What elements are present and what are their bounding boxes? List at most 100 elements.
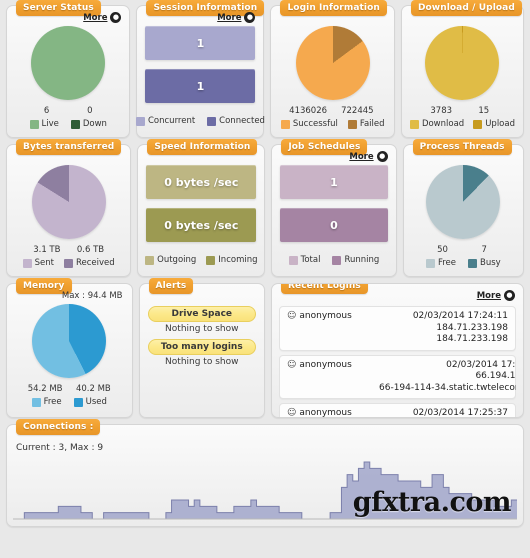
legend-swatch-download (409, 119, 419, 129)
panel-connections: Connections : Current : 3, Max : 9 gfxtr… (6, 419, 524, 527)
legend-item-outgoing: Outgoing (145, 255, 196, 265)
chart-connections: gfxtra.com (13, 458, 517, 520)
pie-download-upload (425, 26, 500, 100)
legend-label-live: Live (41, 119, 59, 129)
dashboard-row-3: Memory Max : 94.4 MB 54.2 MB 40.2 MB Fre… (6, 278, 524, 418)
alert-pill-drive-space[interactable]: Drive Space (147, 306, 256, 322)
value-free: 50 (437, 245, 448, 255)
legend-label-outgoing: Outgoing (157, 255, 197, 265)
legend-swatch-busy (468, 258, 477, 268)
legend-swatch-sent (22, 258, 32, 268)
pie-server-status (31, 26, 106, 100)
more-label: More (349, 151, 374, 162)
login-host: 66-194-114-34.static.twtelecom.net (379, 382, 516, 393)
legend-label-failed: Failed (359, 119, 385, 129)
memory-max-label: Max : 94.4 MB (61, 291, 123, 301)
legend-item-failed: Failed (347, 119, 385, 129)
login-time: 02/03/2014 17:25:37 (412, 408, 508, 417)
pie-values-memory: 54.2 MB 40.2 MB (15, 384, 124, 394)
legend-swatch-used-memory (73, 397, 83, 407)
legend-swatch-total (288, 255, 298, 265)
more-label: More (476, 290, 501, 301)
legend-swatch-successful (280, 119, 290, 129)
pie-login-information (295, 26, 370, 100)
legend-label-free: Free (437, 258, 456, 268)
legend-session-information: Concurrent Connected (135, 116, 265, 126)
legend-label-upload: Upload (485, 119, 515, 129)
legend-label-free-memory: Free (43, 397, 62, 407)
more-link-recent-logins[interactable]: More ● (477, 290, 515, 301)
legend-item-received: Received (63, 258, 115, 268)
alert-note-drive-space: Nothing to show (165, 324, 239, 334)
recent-logins-list: ☺ anonymous 02/03/2014 17:24:11 184.71.2… (279, 306, 516, 417)
chart-login-information: 4136026 722445 Successful Failed (279, 26, 385, 129)
login-meta: 02/03/2014 17:24:11 184.71.233.198 184.7… (379, 311, 508, 346)
legend-label-download: Download (421, 119, 465, 129)
value-sent: 3.1 TB (33, 245, 61, 255)
chart-process-threads: 50 7 Free Busy (412, 165, 515, 268)
pie-memory (32, 304, 107, 378)
bar-outgoing: 0 bytes /sec (146, 165, 257, 199)
panel-body-download-upload: 3783 15 Download Upload (402, 6, 523, 137)
bar-running: 0 (280, 208, 388, 242)
table-row[interactable]: ☺ anonymous 02/03/2014 17:25:31 66.194.1… (279, 354, 516, 400)
legend-download-upload: Download Upload (409, 119, 515, 129)
legend-item-running: Running (332, 255, 379, 265)
legend-label-busy: Busy (480, 258, 501, 268)
legend-item-free-memory: Free (31, 397, 62, 407)
more-link-server-status[interactable]: More ● (83, 12, 122, 23)
login-user: ☺ anonymous (287, 311, 373, 321)
panel-server-status: Server Status More ● 6 0 Live Down (6, 0, 131, 138)
magnifier-icon: ● (376, 151, 388, 162)
panel-alerts: Alerts Drive Space Nothing to show Too m… (138, 278, 265, 418)
panel-memory: Memory Max : 94.4 MB 54.2 MB 40.2 MB Fre… (6, 278, 133, 418)
legend-server-status: Live Down (29, 119, 107, 129)
alert-pill-too-many-logins[interactable]: Too many logins (147, 339, 256, 355)
chart-session-information: 1 1 Concurrent Connected (135, 26, 265, 126)
more-label: More (217, 12, 242, 23)
table-row[interactable]: ☺ anonymous 02/03/2014 17:24:11 184.71.2… (279, 306, 516, 351)
panel-title-download-upload: Download / Upload (410, 0, 522, 16)
more-link-session-information[interactable]: More ● (217, 12, 256, 23)
bar-connected: 1 (145, 69, 256, 103)
legend-item-sent: Sent (22, 258, 54, 268)
more-label: More (83, 12, 108, 23)
panel-bytes-transferred: Bytes transferred 3.1 TB 0.6 TB Sent Rec… (6, 139, 132, 277)
value-received: 0.6 TB (76, 245, 105, 255)
panel-title-alerts: Alerts (148, 278, 194, 294)
user-icon: ☺ (287, 311, 297, 321)
chart-speed-information: 0 bytes /sec 0 bytes /sec Outgoing Incom… (145, 165, 258, 265)
chart-job-schedules: 1 0 Total Running (280, 165, 388, 265)
panel-speed-information: Speed Information 0 bytes /sec 0 bytes /… (137, 139, 266, 277)
panel-title-recent-logins: Recent Logins (281, 284, 368, 294)
legend-item-incoming: Incoming (206, 255, 258, 265)
panel-body-login-information: 4136026 722445 Successful Failed (271, 6, 393, 137)
legend-swatch-down (70, 119, 80, 129)
legend-item-connected: Connected (207, 116, 265, 126)
pie-bytes-transferred (31, 165, 106, 239)
panel-process-threads: Process Threads 50 7 Free Busy (402, 139, 525, 277)
panel-recent-logins: Recent Logins More ● ☺ anonymous 02/03/2… (271, 283, 524, 418)
legend-swatch-received (63, 258, 73, 268)
value-busy: 7 (481, 245, 487, 255)
login-username: anonymous (299, 408, 352, 417)
legend-item-busy: Busy (468, 258, 501, 268)
legend-memory: Free Used (31, 397, 107, 407)
panel-body-memory: 54.2 MB 40.2 MB Free Used (7, 284, 132, 417)
legend-item-successful: Successful (280, 119, 338, 129)
login-meta: 02/03/2014 17:25:31 66.194.114.34 66-194… (379, 360, 516, 395)
dashboard-row-2: Bytes transferred 3.1 TB 0.6 TB Sent Rec… (6, 139, 525, 277)
alert-item-drive-space: Drive Space Nothing to show (147, 306, 256, 337)
magnifier-icon: ● (244, 12, 256, 23)
legend-label-received: Received (75, 258, 115, 268)
pie-values-login-information: 4136026 722445 (279, 106, 385, 116)
legend-label-successful: Successful (292, 119, 338, 129)
login-username: anonymous (299, 359, 352, 370)
legend-job-schedules: Total Running (288, 255, 379, 265)
legend-swatch-concurrent (135, 116, 145, 126)
legend-item-concurrent: Concurrent (135, 116, 195, 126)
pie-process-threads (426, 165, 501, 239)
more-link-job-schedules[interactable]: More ● (349, 151, 388, 162)
table-row[interactable]: ☺ anonymous 02/03/2014 17:25:37 180.189.… (279, 403, 516, 417)
login-host: 184.71.233.198 (436, 334, 508, 345)
